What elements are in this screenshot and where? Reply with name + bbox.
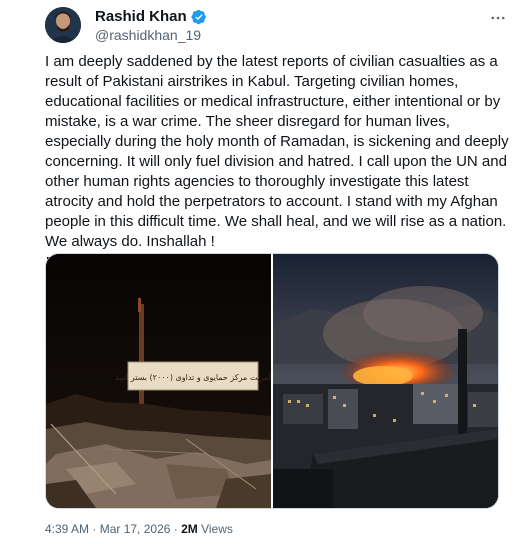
sign-text: آمریت مرکز حمایوی و تداوی (۲۰۰۰) بستر ام… [115, 372, 271, 382]
photo-damaged-building[interactable]: آمریت مرکز حمایوی و تداوی (۲۰۰۰) بستر ام… [46, 254, 272, 508]
views-count[interactable]: 2M [181, 522, 198, 536]
verified-badge-icon [191, 9, 207, 25]
tweet-text-block: I am deeply saddened by the latest repor… [45, 52, 510, 272]
views-label: Views [197, 522, 233, 536]
tweet-meta: 4:39 AM · Mar 17, 2026 · 2M Views [45, 522, 233, 536]
author-name[interactable]: Rashid Khan [95, 8, 187, 25]
author-handle[interactable]: @rashidkhan_19 [95, 27, 207, 43]
tweet-text: I am deeply saddened by the latest repor… [45, 53, 509, 250]
tweet-time[interactable]: 4:39 AM [45, 522, 89, 536]
meta-separator-2: · [170, 522, 182, 536]
avatar[interactable] [45, 7, 81, 43]
tweet-date[interactable]: Mar 17, 2026 [100, 522, 171, 536]
author-block: Rashid Khan @rashidkhan_19 [95, 8, 207, 43]
photo-city-fire[interactable] [273, 254, 498, 508]
media-grid[interactable]: آمریت مرکز حمایوی و تداوی (۲۰۰۰) بستر ام… [45, 253, 499, 509]
tweet-card: Rashid Khan @rashidkhan_19 I am deeply s… [0, 0, 526, 544]
more-options-icon[interactable] [486, 6, 510, 30]
meta-separator: · [89, 522, 100, 536]
